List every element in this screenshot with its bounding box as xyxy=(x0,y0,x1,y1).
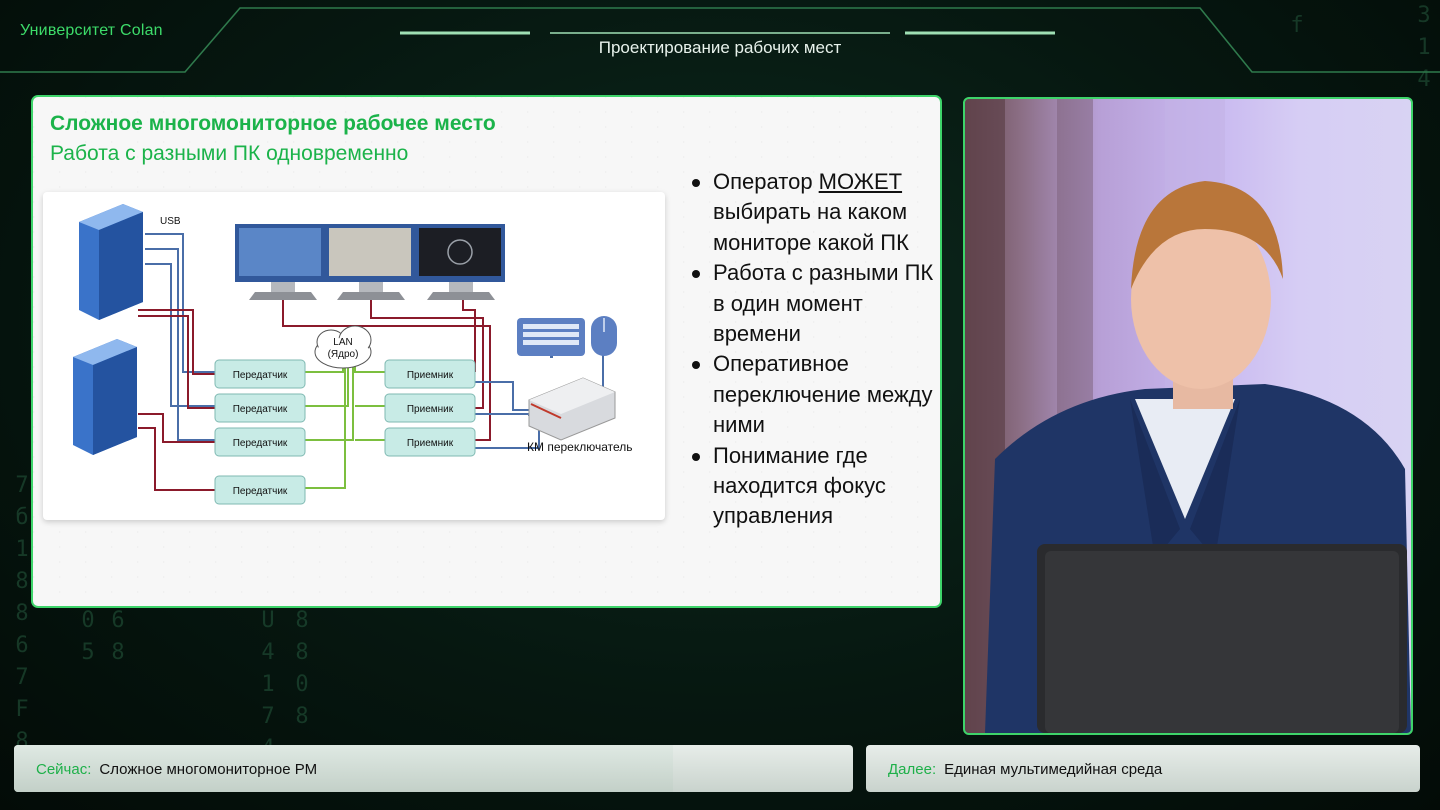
bullet-emphasis: МОЖЕТ xyxy=(818,169,903,194)
transmitter-label: Передатчик xyxy=(233,404,288,415)
bullet-text: Работа с разными ПК в один момент времен… xyxy=(713,260,934,347)
receiver-label: Приемник xyxy=(407,370,454,381)
now-label: Сейчас: xyxy=(36,761,92,778)
receiver-label: Приемник xyxy=(407,404,454,415)
presentation-slide: Сложное многомониторное рабочее место Ра… xyxy=(31,95,942,608)
monitor-1 xyxy=(235,224,325,300)
bullet-list: Оператор МОЖЕТ выбирать на каком монитор… xyxy=(685,167,935,532)
session-topic: Проектирование рабочих мест xyxy=(598,38,842,57)
slide-title: Сложное многомониторное рабочее место xyxy=(50,112,496,135)
bullet-text: Оперативное переключение между ними xyxy=(713,351,933,438)
receiver-label: Приемник xyxy=(407,438,454,449)
usb-label: USB xyxy=(160,216,181,227)
lan-label: LAN xyxy=(333,337,352,348)
transmitter-box-4: Передатчик xyxy=(214,475,306,505)
transmitter-label: Передатчик xyxy=(233,370,288,381)
server-icon-2 xyxy=(73,339,137,455)
now-playing-bar: Сейчас: Сложное многомониторное РМ xyxy=(14,745,853,792)
bullet-item: Понимание где находится фокус управления xyxy=(685,441,935,532)
slide-subtitle: Работа с разными ПК одновременно xyxy=(50,142,409,165)
receiver-box-2: Приемник xyxy=(384,393,476,423)
kvm-network-diagram: USB LAN (Ядро) Передатчик Передатчик Пер… xyxy=(43,192,665,520)
next-label: Далее: xyxy=(888,761,937,778)
matrix-column-left-2: 05 xyxy=(81,608,95,665)
monitor-2 xyxy=(325,224,415,300)
monitor-3 xyxy=(415,224,505,300)
km-switch-icon xyxy=(528,377,616,441)
speaker-video-feed xyxy=(963,97,1413,735)
keyboard-icon xyxy=(517,318,585,356)
transmitter-box-2: Передатчик xyxy=(214,393,306,423)
up-next-bar: Далее: Единая мультимедийная среда xyxy=(866,745,1420,792)
now-value: Сложное многомониторное РМ xyxy=(99,761,318,778)
receiver-box-1: Приемник xyxy=(384,359,476,389)
transmitter-label: Передатчик xyxy=(233,486,288,497)
bullet-item: Работа с разными ПК в один момент времен… xyxy=(685,258,935,349)
bullet-text: Понимание где находится фокус управления xyxy=(713,442,886,529)
bullet-text: Оператор xyxy=(713,169,819,194)
server-icon-1 xyxy=(79,204,143,320)
transmitter-box-1: Передатчик xyxy=(214,359,306,389)
mouse-icon xyxy=(591,316,617,356)
matrix-column-mid-2: 8808 xyxy=(295,608,309,729)
transmitter-label: Передатчик xyxy=(233,438,288,449)
bullet-text: выбирать на каком мониторе какой ПК xyxy=(713,199,909,255)
matrix-column-left-3: 68 xyxy=(111,608,125,665)
core-label: (Ядро) xyxy=(328,349,359,360)
km-switch-label: КМ переключатель xyxy=(527,440,633,454)
next-value: Единая мультимедийная среда xyxy=(944,761,1163,778)
brand-logo-text: Университет Colan xyxy=(20,22,163,39)
speaker-illustration xyxy=(965,99,1411,733)
receiver-box-3: Приемник xyxy=(384,427,476,457)
bullet-item: Оперативное переключение между ними xyxy=(685,349,935,440)
bullet-item: Оператор МОЖЕТ выбирать на каком монитор… xyxy=(685,167,935,258)
transmitter-box-3: Передатчик xyxy=(214,427,306,457)
